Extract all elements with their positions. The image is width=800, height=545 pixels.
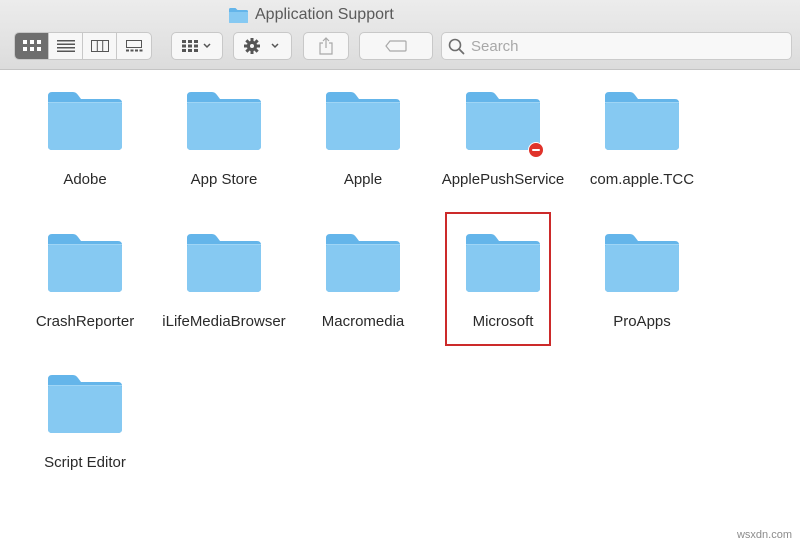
folder-label: iLifeMediaBrowser bbox=[162, 313, 286, 330]
folder-label: Apple bbox=[343, 171, 383, 188]
folder-icon bbox=[185, 90, 263, 152]
folder-item[interactable]: com.apple.TCC bbox=[572, 71, 712, 211]
folder-label: Macromedia bbox=[321, 313, 405, 330]
action-menu-button[interactable] bbox=[233, 32, 292, 60]
folder-item[interactable]: ApplePushService bbox=[433, 71, 573, 211]
folder-item[interactable]: Apple bbox=[293, 71, 433, 211]
folder-icon bbox=[46, 90, 124, 152]
selection-highlight-box bbox=[445, 212, 551, 346]
tags-button[interactable] bbox=[359, 32, 433, 60]
gallery-view-button[interactable] bbox=[117, 33, 151, 59]
folder-label: ApplePushService bbox=[441, 171, 565, 188]
toolbar: Application Support bbox=[0, 0, 800, 70]
list-view-button[interactable] bbox=[49, 33, 83, 59]
folder-item[interactable]: Script Editor bbox=[15, 354, 155, 494]
folder-icon bbox=[324, 232, 402, 294]
search-input[interactable] bbox=[471, 37, 771, 55]
folder-label: App Store bbox=[190, 171, 258, 188]
folder-item[interactable]: iLifeMediaBrowser bbox=[154, 213, 294, 353]
folder-icon bbox=[46, 232, 124, 294]
folder-icon bbox=[185, 232, 263, 294]
watermark: wsxdn.com bbox=[736, 529, 792, 541]
search-icon bbox=[448, 38, 465, 54]
folder-item[interactable]: Adobe bbox=[15, 71, 155, 211]
folder-item[interactable]: App Store bbox=[154, 71, 294, 211]
search-field[interactable] bbox=[441, 32, 792, 60]
folder-icon bbox=[603, 232, 681, 294]
folder-icon bbox=[324, 90, 402, 152]
folder-icon bbox=[603, 90, 681, 152]
finder-window: Application Support Search Adobe App Sto… bbox=[0, 0, 800, 545]
folder-item[interactable]: CrashReporter bbox=[15, 213, 155, 353]
folder-label: com.apple.TCC bbox=[589, 171, 695, 188]
column-view-icon bbox=[90, 40, 109, 52]
tag-icon bbox=[385, 40, 407, 52]
icon-view-icon bbox=[22, 40, 41, 51]
folder-label: ProApps bbox=[613, 313, 671, 330]
gear-icon bbox=[243, 38, 279, 54]
folder-icon bbox=[228, 7, 249, 24]
group-by-button[interactable] bbox=[171, 32, 223, 60]
folder-grid: Adobe App Store Apple ApplePushService c… bbox=[0, 71, 800, 545]
share-icon bbox=[319, 37, 333, 55]
chevron-down-icon bbox=[203, 43, 211, 49]
folder-icon bbox=[46, 373, 124, 435]
folder-icon bbox=[464, 90, 544, 158]
folder-label: Adobe bbox=[63, 171, 107, 188]
list-view-icon bbox=[56, 40, 75, 52]
group-by-icon bbox=[182, 40, 211, 52]
share-button[interactable] bbox=[303, 32, 349, 60]
view-mode-segmented-control bbox=[14, 32, 152, 60]
folder-item[interactable]: Macromedia bbox=[293, 213, 433, 353]
no-access-badge-icon bbox=[528, 142, 544, 158]
window-title: Application Support bbox=[228, 4, 394, 26]
icon-view-button[interactable] bbox=[15, 33, 49, 59]
folder-item[interactable]: ProApps bbox=[572, 213, 712, 353]
window-title-text: Application Support bbox=[255, 6, 394, 23]
column-view-button[interactable] bbox=[83, 33, 117, 59]
folder-label: CrashReporter bbox=[35, 313, 135, 330]
gallery-view-icon bbox=[126, 40, 143, 52]
folder-label: Script Editor bbox=[44, 454, 126, 471]
